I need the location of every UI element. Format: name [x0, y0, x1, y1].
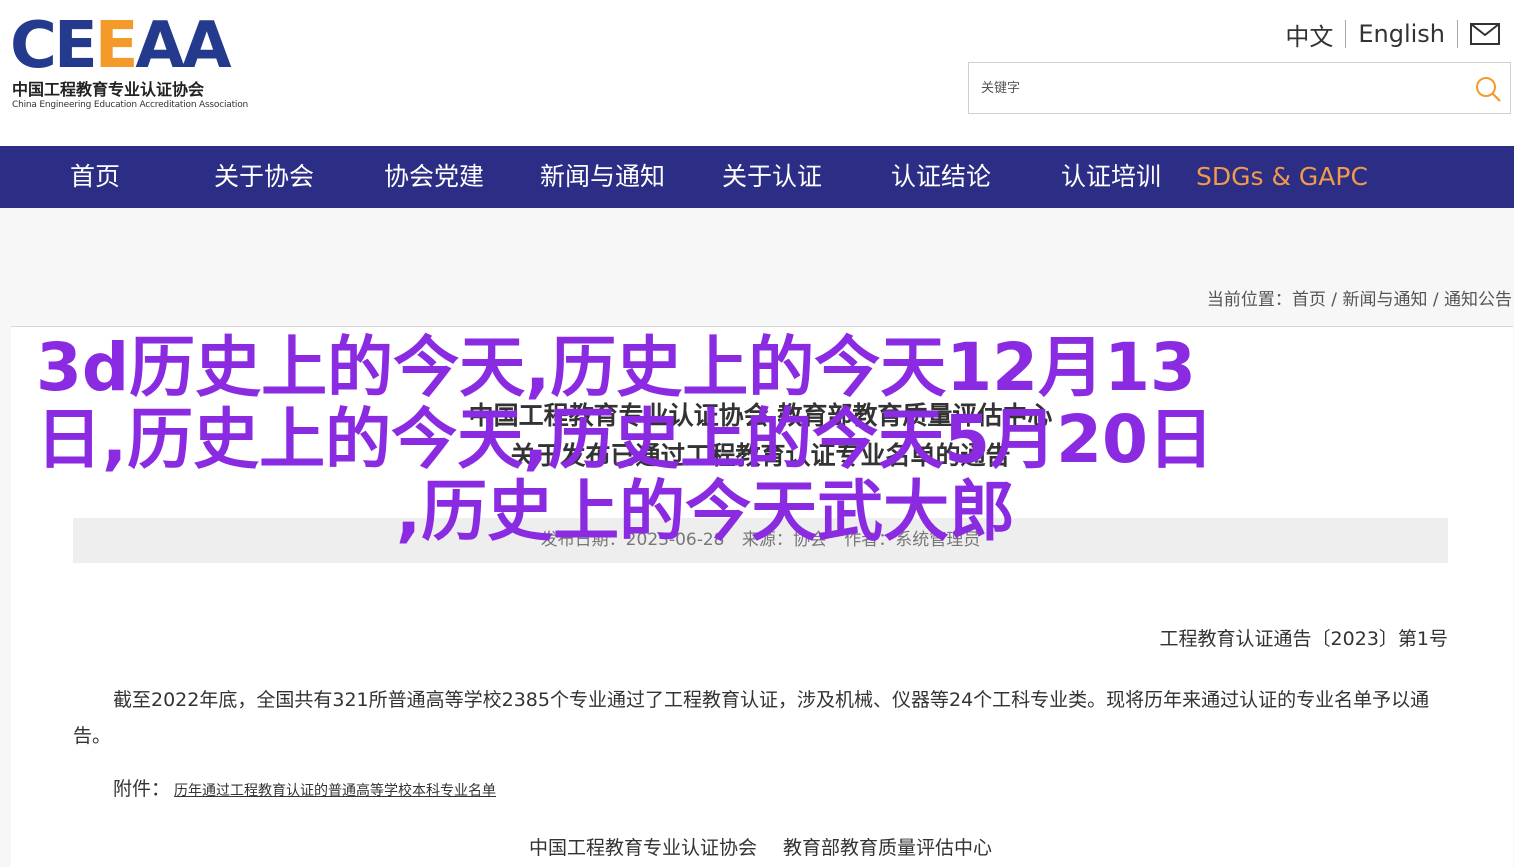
article-meta: 发布日期：2023-06-28 来源：协会 作者：系统管理员	[73, 518, 1448, 563]
search-box	[968, 62, 1511, 114]
site-logo[interactable]: CEEAA 中国工程教育专业认证协会 China Engineering Edu…	[10, 14, 270, 114]
nav-item-party[interactable]: 协会党建	[384, 146, 484, 208]
notice-number: 工程教育认证通告〔2023〕第1号	[1159, 628, 1448, 650]
nav-item-about[interactable]: 关于协会	[214, 146, 314, 208]
breadcrumb-item-notices[interactable]: 通知公告	[1444, 290, 1512, 310]
article-signature: 中国工程教育专业认证协会 教育部教育质量评估中心	[73, 833, 1448, 860]
nav-item-sdgs[interactable]: SDGs & GAPC	[1196, 146, 1368, 208]
search-input[interactable]	[979, 73, 1459, 103]
logo-mark: CEEAA	[10, 9, 231, 83]
breadcrumb-item-news[interactable]: 新闻与通知	[1342, 290, 1427, 310]
lang-english-link[interactable]: English	[1346, 20, 1457, 48]
search-icon[interactable]	[1474, 75, 1502, 103]
breadcrumb-prefix: 当前位置：	[1206, 290, 1292, 310]
breadcrumb-separator: /	[1427, 290, 1444, 310]
breadcrumb-item-home[interactable]: 首页	[1292, 290, 1326, 310]
article-source: 来源：协会	[741, 530, 827, 550]
site-header: CEEAA 中国工程教育专业认证协会 China Engineering Edu…	[0, 0, 1514, 146]
article-body: 截至2022年底，全国共有321所普通高等学校2385个专业通过了工程教育认证，…	[73, 689, 1430, 747]
lang-chinese-link[interactable]: 中文	[1273, 17, 1345, 52]
nav-item-results[interactable]: 认证结论	[891, 146, 991, 208]
logo-english-name: China Engineering Education Accreditatio…	[12, 100, 249, 110]
attachment: 附件： 历年通过工程教育认证的普通高等学校本科专业名单	[113, 774, 496, 801]
nav-item-home[interactable]: 首页	[70, 146, 120, 208]
lang-divider	[1457, 20, 1458, 48]
nav-item-news[interactable]: 新闻与通知	[540, 146, 665, 208]
signature-center: 教育部教育质量评估中心	[783, 837, 993, 859]
signature-association: 中国工程教育专业认证协会	[528, 837, 757, 859]
article-title-line2: 关于发布已通过工程教育认证专业名单的通告	[510, 441, 1011, 470]
main-nav: 首页 关于协会 协会党建 新闻与通知 关于认证 认证结论 认证培训 SDGs &…	[0, 146, 1514, 208]
breadcrumb-separator: /	[1325, 290, 1343, 310]
article-author: 作者：系统管理员	[844, 530, 981, 550]
publish-date: 发布日期：2023-06-28	[540, 530, 725, 550]
attachment-link[interactable]: 历年通过工程教育认证的普通高等学校本科专业名单	[174, 783, 496, 799]
mail-icon[interactable]	[1470, 23, 1500, 45]
breadcrumb: 当前位置：首页 / 新闻与通知 / 通知公告	[1207, 285, 1512, 310]
article-title-line1: 中国工程教育专业认证协会 教育部教育质量评估中心	[468, 401, 1053, 430]
attachment-label: 附件：	[113, 778, 171, 800]
nav-item-accreditation[interactable]: 关于认证	[722, 146, 822, 208]
language-bar: 中文 English	[1273, 17, 1500, 52]
logo-chinese-name: 中国工程教育专业认证协会	[12, 80, 205, 99]
nav-item-training[interactable]: 认证培训	[1061, 146, 1161, 208]
